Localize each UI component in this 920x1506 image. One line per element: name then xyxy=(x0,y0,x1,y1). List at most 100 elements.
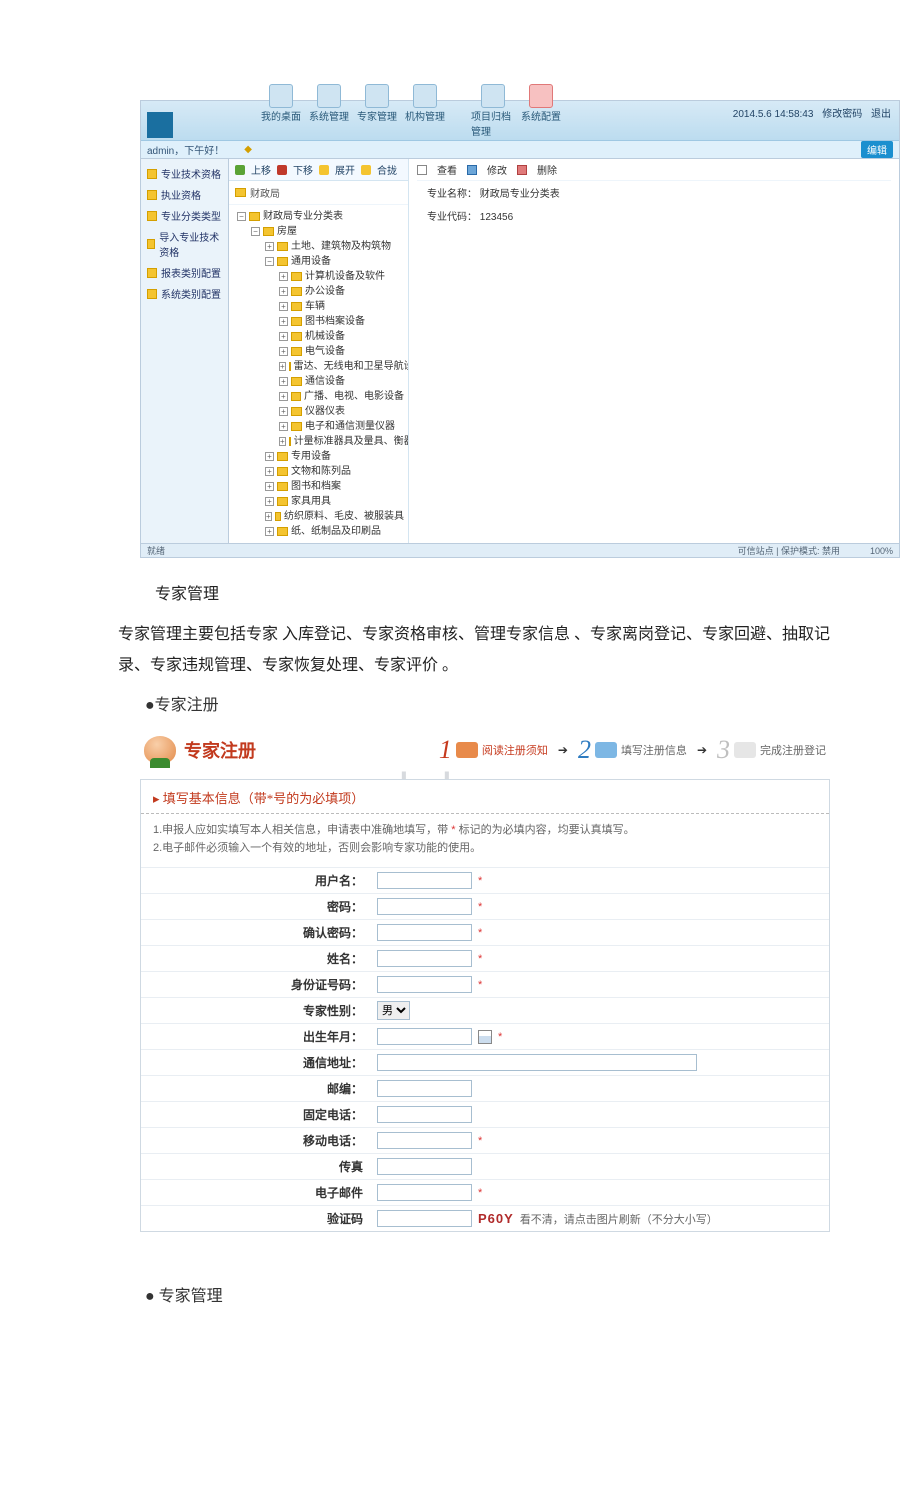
tree-node[interactable]: +纸、纸制品及印刷品 xyxy=(265,524,404,539)
expander-icon[interactable]: + xyxy=(279,422,288,431)
tree-node[interactable]: +图书档案设备 xyxy=(279,314,404,329)
tree-node[interactable]: +家具用具 xyxy=(265,494,404,509)
expander-icon[interactable]: + xyxy=(279,377,288,386)
sidebar-item-practice-qual[interactable]: 执业资格 xyxy=(141,184,228,205)
expander-icon[interactable]: + xyxy=(279,332,288,341)
sidebar-item-pro-qual[interactable]: 专业技术资格 xyxy=(141,163,228,184)
expander-icon[interactable]: + xyxy=(265,467,274,476)
address-input[interactable] xyxy=(377,1054,697,1071)
expander-icon[interactable]: + xyxy=(279,362,286,371)
expand-button[interactable]: 展开 xyxy=(335,162,355,177)
row-username: 用户名： * xyxy=(141,867,829,893)
birth-input[interactable] xyxy=(377,1028,472,1045)
expander-icon[interactable]: + xyxy=(265,482,274,491)
register-form-window: 专家注册 1阅读注册须知 ➔ 2填写注册信息 ➔ 3完成注册登记 ▸ 填写基本信… xyxy=(140,727,830,1232)
tree-node[interactable]: +电气设备 xyxy=(279,344,404,359)
tree-node[interactable]: +通信设备 xyxy=(279,374,404,389)
logout-link[interactable]: 退出 xyxy=(871,109,891,120)
edit-button[interactable]: 修改 xyxy=(487,162,507,177)
zoom-text: 100% xyxy=(870,546,893,556)
tree-node[interactable]: +计量标准器具及量具、衡器 xyxy=(279,434,404,449)
tree-node[interactable]: −房屋 xyxy=(251,224,404,239)
field-label: 电子邮件 xyxy=(141,1180,371,1205)
email-input[interactable] xyxy=(377,1184,472,1201)
captcha-input[interactable] xyxy=(377,1210,472,1227)
expander-icon[interactable]: + xyxy=(279,437,286,446)
username-input[interactable] xyxy=(377,872,472,889)
tab-config[interactable]: 系统配置 xyxy=(519,84,563,138)
detail-value: 123456 xyxy=(480,212,513,223)
sidebar-item-category-type[interactable]: 专业分类类型 xyxy=(141,205,228,226)
tree-node[interactable]: +文物和陈列品 xyxy=(265,464,404,479)
folder-icon xyxy=(291,302,302,311)
required-mark: * xyxy=(478,979,482,991)
field-label: 确认密码： xyxy=(141,920,371,945)
calendar-icon[interactable] xyxy=(478,1030,492,1044)
mobile-input[interactable] xyxy=(377,1132,472,1149)
tree-node[interactable]: +计算机设备及软件 xyxy=(279,269,404,284)
expander-icon[interactable]: + xyxy=(265,512,272,521)
tree-root[interactable]: −财政局专业分类表 xyxy=(237,209,404,224)
expander-icon[interactable]: + xyxy=(279,347,288,356)
expander-icon[interactable]: + xyxy=(279,317,288,326)
folder-icon xyxy=(275,512,281,521)
tab-org[interactable]: 机构管理 xyxy=(403,84,447,138)
confirm-password-input[interactable] xyxy=(377,924,472,941)
move-down-button[interactable]: 下移 xyxy=(293,162,313,177)
tree-node[interactable]: +车辆 xyxy=(279,299,404,314)
password-input[interactable] xyxy=(377,898,472,915)
form-section-title: ▸ 填写基本信息（带*号的为必填项） xyxy=(141,780,829,814)
tab-expert[interactable]: 专家管理 xyxy=(355,84,399,138)
tree-node[interactable]: +雷达、无线电和卫星导航设备 xyxy=(279,359,404,374)
tree-node[interactable]: +土地、建筑物及构筑物 xyxy=(265,239,404,254)
zip-input[interactable] xyxy=(377,1080,472,1097)
tree-node[interactable]: +电子和通信测量仪器 xyxy=(279,419,404,434)
expander-icon[interactable]: − xyxy=(237,212,246,221)
idcard-input[interactable] xyxy=(377,976,472,993)
change-password-link[interactable]: 修改密码 xyxy=(822,109,862,120)
captcha-image[interactable]: P60Y xyxy=(478,1211,514,1226)
move-up-button[interactable]: 上移 xyxy=(251,162,271,177)
form-notes: 1.申报人应如实填写本人相关信息，申请表中准确地填写，带 * 标记的为必填内容，… xyxy=(141,814,829,867)
name-input[interactable] xyxy=(377,950,472,967)
sidebar-item-system-cfg[interactable]: 系统类别配置 xyxy=(141,283,228,304)
expander-icon[interactable]: + xyxy=(265,242,274,251)
expander-icon[interactable]: + xyxy=(279,287,288,296)
delete-button[interactable]: 删除 xyxy=(537,162,557,177)
delete-icon xyxy=(517,165,527,175)
tree-node[interactable]: −通用设备 xyxy=(265,254,404,269)
expander-icon[interactable]: + xyxy=(279,407,288,416)
folder-icon xyxy=(263,227,274,236)
tree-node[interactable]: +纺织原料、毛皮、被服装具 xyxy=(265,509,404,524)
tab-archive[interactable]: 项目归档管理 xyxy=(471,84,515,138)
tree-node[interactable]: +仪器仪表 xyxy=(279,404,404,419)
folder-icon xyxy=(291,317,302,326)
detail-row-code: 专业代码： 123456 xyxy=(417,204,891,227)
tree-node[interactable]: +办公设备 xyxy=(279,284,404,299)
expander-icon[interactable]: + xyxy=(265,527,274,536)
tab-system[interactable]: 系统管理 xyxy=(307,84,351,138)
sidebar-item-import[interactable]: 导入专业技术资格 xyxy=(141,226,228,262)
tree-node[interactable]: +图书和档案 xyxy=(265,479,404,494)
expander-icon[interactable]: + xyxy=(265,452,274,461)
tree-node[interactable]: +广播、电视、电影设备 xyxy=(279,389,404,404)
tree-node[interactable]: +专用设备 xyxy=(265,449,404,464)
view-button[interactable]: 查看 xyxy=(437,162,457,177)
tree-node[interactable]: +机械设备 xyxy=(279,329,404,344)
expander-icon[interactable]: − xyxy=(265,257,274,266)
tab-desktop[interactable]: 我的桌面 xyxy=(259,84,303,138)
tel-input[interactable] xyxy=(377,1106,472,1123)
expander-icon[interactable]: + xyxy=(279,302,288,311)
edit-mode-chip[interactable]: 编辑 xyxy=(861,141,893,158)
expander-icon[interactable]: + xyxy=(279,272,288,281)
required-mark: * xyxy=(478,875,482,887)
collapse-button[interactable]: 合拢 xyxy=(377,162,397,177)
expander-icon[interactable]: + xyxy=(279,392,288,401)
sidebar-item-report-cfg[interactable]: 报表类别配置 xyxy=(141,262,228,283)
gear-icon xyxy=(317,84,341,108)
expander-icon[interactable]: + xyxy=(265,497,274,506)
tree-toolbar: 上移 下移 展开 合拢 xyxy=(229,159,408,181)
fax-input[interactable] xyxy=(377,1158,472,1175)
gender-select[interactable]: 男 xyxy=(377,1001,410,1020)
expander-icon[interactable]: − xyxy=(251,227,260,236)
